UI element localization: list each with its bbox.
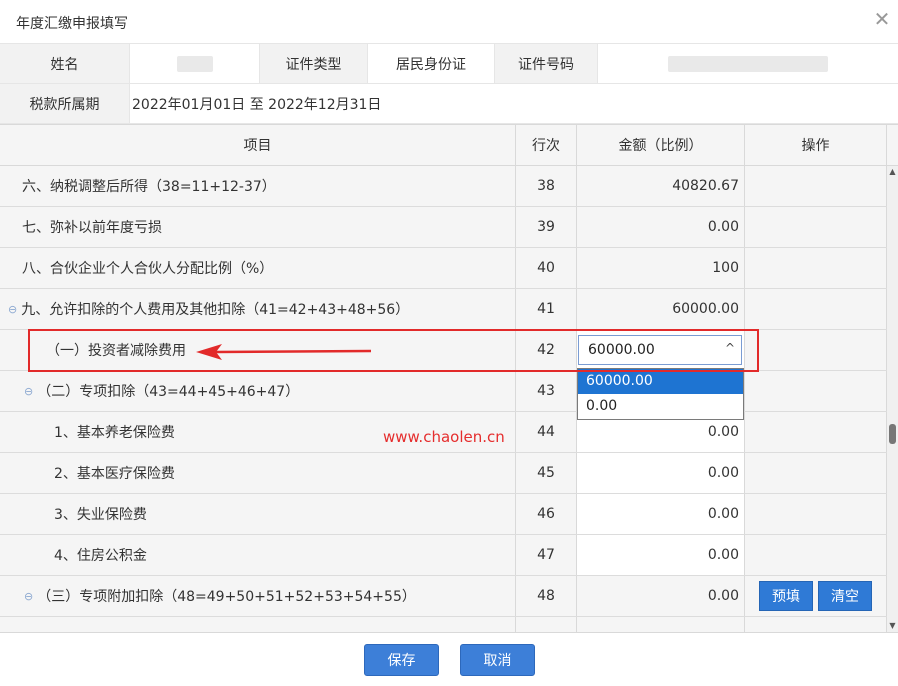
row-line: 43 bbox=[516, 371, 577, 411]
collapse-toggle-icon[interactable]: ⊖ bbox=[24, 385, 33, 398]
row-item: 六、纳税调整后所得（38=11+12-37） bbox=[0, 166, 516, 206]
collapse-toggle-icon[interactable]: ⊖ bbox=[24, 590, 33, 603]
row-action bbox=[745, 494, 887, 534]
row-amount-input[interactable]: 0.00 bbox=[577, 535, 745, 575]
table-row: 七、弥补以前年度亏损 39 0.00 bbox=[0, 207, 898, 248]
redacted-id-number bbox=[668, 55, 828, 72]
tax-period-label: 税款所属期 bbox=[0, 84, 130, 123]
row-item: 八、合伙企业个人合伙人分配比例（%） bbox=[0, 248, 516, 288]
table-scrollbar[interactable]: ▲ ▼ bbox=[887, 166, 898, 632]
row-action bbox=[745, 248, 887, 288]
row-line: 48 bbox=[516, 576, 577, 616]
table-row: ⊖ （三）专项附加扣除（48=49+50+51+52+53+54+55） 48 0… bbox=[0, 576, 898, 617]
declaration-table: 项目 行次 金额（比例） 操作 六、纳税调整后所得（38=11+12-37） 3… bbox=[0, 124, 898, 633]
row-item: ⊖ （二）专项扣除（43=44+45+46+47） bbox=[0, 371, 516, 411]
row-action bbox=[745, 166, 887, 206]
table-row-partial bbox=[0, 617, 898, 632]
row-action bbox=[745, 535, 887, 575]
table-row: 八、合伙企业个人合伙人分配比例（%） 40 100 bbox=[0, 248, 898, 289]
save-button[interactable]: 保存 bbox=[364, 644, 439, 676]
info-row-identity: 姓名 证件类型 居民身份证 证件号码 bbox=[0, 44, 898, 84]
row-item: 七、弥补以前年度亏损 bbox=[0, 207, 516, 247]
header-item: 项目 bbox=[0, 125, 516, 165]
dialog-titlebar: 年度汇缴申报填写 ✕ bbox=[0, 0, 898, 44]
row-amount: 40820.67 bbox=[577, 166, 745, 206]
id-number-value bbox=[598, 44, 898, 83]
row-amount: 0.00 bbox=[577, 207, 745, 247]
row-action bbox=[745, 371, 887, 411]
row-line: 42 bbox=[516, 330, 577, 370]
row-action bbox=[745, 330, 887, 370]
row-line: 39 bbox=[516, 207, 577, 247]
scroll-down-icon[interactable]: ▼ bbox=[887, 620, 898, 632]
row-item: 2、基本医疗保险费 bbox=[0, 453, 516, 493]
row-action bbox=[745, 207, 887, 247]
row-amount: 100 bbox=[577, 248, 745, 288]
cancel-button[interactable]: 取消 bbox=[460, 644, 535, 676]
row-item: 4、住房公积金 bbox=[0, 535, 516, 575]
header-amount: 金额（比例） bbox=[577, 125, 745, 165]
header-line: 行次 bbox=[516, 125, 577, 165]
watermark-text: www.chaolen.cn bbox=[383, 428, 505, 446]
table-row: 4、住房公积金 47 0.00 bbox=[0, 535, 898, 576]
row-line: 38 bbox=[516, 166, 577, 206]
row-line: 47 bbox=[516, 535, 577, 575]
row-item: 3、失业保险费 bbox=[0, 494, 516, 534]
table-row: 六、纳税调整后所得（38=11+12-37） 38 40820.67 bbox=[0, 166, 898, 207]
row-line: 40 bbox=[516, 248, 577, 288]
name-label: 姓名 bbox=[0, 44, 130, 83]
row-action bbox=[745, 453, 887, 493]
row-action: 预填 清空 bbox=[745, 576, 887, 616]
scrollbar-thumb[interactable] bbox=[889, 424, 896, 444]
row-line: 44 bbox=[516, 412, 577, 452]
table-row: ⊖ 九、允许扣除的个人费用及其他扣除（41=42+43+48+56） 41 600… bbox=[0, 289, 898, 330]
row-amount-input[interactable]: 0.00 bbox=[577, 453, 745, 493]
table-row: ⊖ （二）专项扣除（43=44+45+46+47） 43 bbox=[0, 371, 898, 412]
dialog-footer: 保存 取消 bbox=[0, 633, 898, 686]
collapse-toggle-icon[interactable]: ⊖ bbox=[8, 303, 17, 316]
chevron-up-icon[interactable]: ^ bbox=[725, 341, 735, 355]
select-dropdown: 60000.00 0.00 bbox=[577, 368, 744, 420]
id-type-label: 证件类型 bbox=[260, 44, 368, 83]
row-item: ⊖ （三）专项附加扣除（48=49+50+51+52+53+54+55） bbox=[0, 576, 516, 616]
id-type-value: 居民身份证 bbox=[368, 44, 495, 83]
row-item: （一）投资者减除费用 bbox=[0, 330, 516, 370]
row-item: ⊖ 九、允许扣除的个人费用及其他扣除（41=42+43+48+56） bbox=[0, 289, 516, 329]
taxpayer-info: 姓名 证件类型 居民身份证 证件号码 税款所属期 2022年01月01日 至 2… bbox=[0, 44, 898, 124]
select-option[interactable]: 60000.00 bbox=[578, 369, 743, 394]
row-line: 45 bbox=[516, 453, 577, 493]
row-action bbox=[745, 412, 887, 452]
dialog-title: 年度汇缴申报填写 bbox=[16, 16, 128, 32]
info-row-period: 税款所属期 2022年01月01日 至 2022年12月31日 bbox=[0, 84, 898, 124]
select-option[interactable]: 0.00 bbox=[578, 394, 743, 419]
close-icon[interactable]: ✕ bbox=[872, 9, 892, 29]
clear-button[interactable]: 清空 bbox=[818, 581, 872, 611]
row-line: 46 bbox=[516, 494, 577, 534]
row-amount: 60000.00 bbox=[577, 289, 745, 329]
scroll-up-icon[interactable]: ▲ bbox=[887, 166, 898, 178]
select-value: 60000.00 bbox=[588, 342, 655, 358]
id-number-label: 证件号码 bbox=[495, 44, 598, 83]
name-value bbox=[130, 44, 260, 83]
table-row: 3、失业保险费 46 0.00 bbox=[0, 494, 898, 535]
table-row: （一）投资者减除费用 42 bbox=[0, 330, 898, 371]
row-action bbox=[745, 289, 887, 329]
table-row: 2、基本医疗保险费 45 0.00 bbox=[0, 453, 898, 494]
row-amount-input[interactable]: 0.00 bbox=[577, 494, 745, 534]
row-line: 41 bbox=[516, 289, 577, 329]
row-amount: 0.00 bbox=[577, 576, 745, 616]
tax-period-value: 2022年01月01日 至 2022年12月31日 bbox=[130, 84, 898, 123]
redacted-name bbox=[176, 55, 213, 72]
header-action: 操作 bbox=[745, 125, 887, 165]
table-header: 项目 行次 金额（比例） 操作 bbox=[0, 125, 898, 166]
prefill-button[interactable]: 预填 bbox=[759, 581, 813, 611]
investor-deduction-select[interactable]: 60000.00 ^ bbox=[578, 335, 742, 365]
